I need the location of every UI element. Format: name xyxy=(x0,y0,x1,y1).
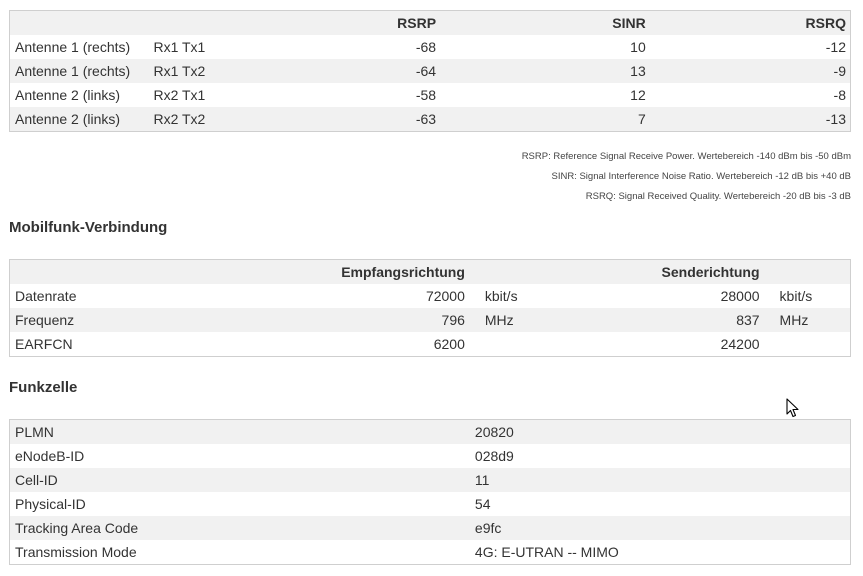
uplink-value: 837 xyxy=(736,312,760,328)
rx-tx-pair: Rx2 Tx1 xyxy=(153,87,206,103)
column-header-rsrp: RSRP xyxy=(397,15,437,31)
row-label: EARFCN xyxy=(15,336,73,352)
downlink-value: 72000 xyxy=(425,288,465,304)
rsrq-value: -12 xyxy=(825,39,846,55)
row-value: 20820 xyxy=(474,424,514,440)
uplink-unit: MHz xyxy=(779,312,809,328)
column-header-rsrq: RSRQ xyxy=(805,15,846,31)
table-row: EARFCN 6200 24200 xyxy=(10,332,851,357)
rx-tx-pair: Rx1 Tx1 xyxy=(153,39,206,55)
section-title-cell: Funkzelle xyxy=(9,379,78,396)
column-header-sinr: SINR xyxy=(612,15,646,31)
rsrq-value: -9 xyxy=(833,63,846,79)
row-label: Frequenz xyxy=(15,312,75,328)
row-value: 028d9 xyxy=(474,448,514,464)
rsrq-value: -8 xyxy=(833,87,846,103)
mouse-cursor-icon xyxy=(786,398,799,418)
uplink-unit xyxy=(764,332,851,357)
rx-tx-pair: Rx2 Tx2 xyxy=(153,111,206,127)
row-value: 11 xyxy=(474,472,490,488)
rsrp-value: -63 xyxy=(415,111,437,127)
cell-table: PLMN 20820 eNodeB-ID 028d9 Cell-ID 11 Ph… xyxy=(9,419,851,565)
downlink-unit: MHz xyxy=(484,312,514,328)
column-header-downlink: Empfangsrichtung xyxy=(341,264,465,280)
uplink-value: 28000 xyxy=(720,288,760,304)
rsrp-value: -64 xyxy=(415,63,437,79)
rsrp-value: -68 xyxy=(415,39,437,55)
table-header-row: RSRP SINR RSRQ xyxy=(9,10,851,36)
table-row: Antenne 2 (links) Rx2 Tx1 -58 12 -8 xyxy=(10,83,851,107)
legend-sinr: SINR: Signal Interference Noise Ratio. W… xyxy=(551,171,852,182)
table-row: Transmission Mode 4G: E-UTRAN -- MIMO xyxy=(10,540,851,565)
rsrq-value: -13 xyxy=(825,111,846,127)
row-value: 54 xyxy=(474,496,491,512)
antenna-name: Antenne 1 (rechts) xyxy=(15,39,131,55)
section-title-connection: Mobilfunk-Verbindung xyxy=(9,219,168,236)
downlink-value: 796 xyxy=(441,312,465,328)
antenna-name: Antenne 2 (links) xyxy=(15,111,121,127)
sinr-value: 10 xyxy=(630,39,646,55)
row-label: Transmission Mode xyxy=(15,544,137,560)
sinr-value: 13 xyxy=(630,63,646,79)
downlink-value: 6200 xyxy=(433,336,465,352)
table-row: Tracking Area Code e9fc xyxy=(9,516,851,540)
row-label: eNodeB-ID xyxy=(15,448,85,464)
rx-tx-pair: Rx1 Tx2 xyxy=(153,63,206,79)
rsrp-value: -58 xyxy=(415,87,437,103)
row-label: Physical-ID xyxy=(15,496,86,512)
table-row: PLMN 20820 xyxy=(9,419,851,444)
connection-table: Empfangsrichtung Senderichtung Datenrate… xyxy=(9,259,851,357)
sinr-value: 12 xyxy=(630,87,646,103)
column-header xyxy=(469,260,549,285)
antenna-name: Antenne 1 (rechts) xyxy=(15,63,131,79)
downlink-unit xyxy=(469,332,549,357)
row-label: Datenrate xyxy=(15,288,77,304)
antenna-name: Antenne 2 (links) xyxy=(15,87,121,103)
table-row: Datenrate 72000 kbit/s 28000 kbit/s xyxy=(10,284,851,308)
downlink-unit: kbit/s xyxy=(484,288,518,304)
row-value: 4G: E-UTRAN -- MIMO xyxy=(474,544,619,560)
table-row: eNodeB-ID 028d9 xyxy=(10,444,851,468)
uplink-value: 24200 xyxy=(720,336,760,352)
table-row: Cell-ID 11 xyxy=(9,468,851,492)
row-label: Cell-ID xyxy=(15,472,58,488)
table-row: Antenne 1 (rechts) Rx1 Tx2 -64 13 -9 xyxy=(9,59,851,83)
row-label: PLMN xyxy=(15,424,54,440)
table-row: Antenne 1 (rechts) Rx1 Tx1 -68 10 -12 xyxy=(10,35,851,59)
column-header xyxy=(10,260,240,285)
table-row: Frequenz 796 MHz 837 MHz xyxy=(9,308,851,332)
column-header xyxy=(153,11,233,36)
uplink-unit: kbit/s xyxy=(779,288,813,304)
legend-rsrp: RSRP: Reference Signal Receive Power. We… xyxy=(521,151,851,162)
sinr-value: 7 xyxy=(637,111,646,127)
column-header-uplink: Senderichtung xyxy=(661,264,760,280)
column-header xyxy=(764,260,851,285)
table-row: Antenne 2 (links) Rx2 Tx2 -63 7 -13 xyxy=(9,107,851,132)
legend-rsrq: RSRQ: Signal Received Quality. Wertebere… xyxy=(585,191,851,202)
column-header xyxy=(10,11,154,36)
antenna-signal-table: RSRP SINR RSRQ Antenne 1 (rechts) Rx1 Tx… xyxy=(9,10,851,132)
row-label: Tracking Area Code xyxy=(15,520,139,536)
table-header-row: Empfangsrichtung Senderichtung xyxy=(9,259,851,285)
table-row: Physical-ID 54 xyxy=(10,492,851,516)
row-value: e9fc xyxy=(474,520,502,536)
